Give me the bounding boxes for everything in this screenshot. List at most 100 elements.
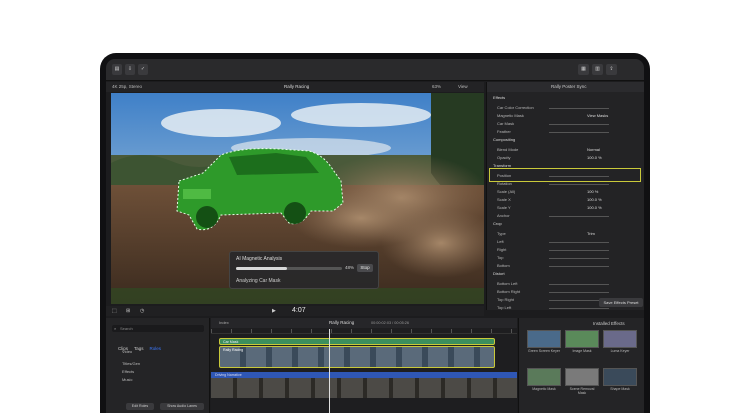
zoom-level[interactable]: 63% (432, 82, 441, 92)
search-field[interactable]: ⌕ Search (112, 325, 204, 332)
library-button[interactable]: ▤ (112, 64, 122, 75)
inspector-row-value[interactable]: Trim (587, 230, 595, 238)
inspector-row[interactable]: Car Mask (487, 120, 644, 128)
inspector-row-label: Scale Y (497, 205, 511, 210)
inspector-row[interactable]: Anchor (487, 212, 644, 220)
effect-tile[interactable]: Green Screen Keyer (527, 330, 561, 364)
inspector-row-slider[interactable] (549, 265, 609, 267)
inspector-row[interactable]: Scale (All) 100 % (487, 188, 644, 196)
browser-item[interactable]: Video (112, 348, 204, 355)
inspector-row[interactable]: Bottom Right (487, 288, 644, 296)
inspector-row[interactable]: Feather (487, 128, 644, 136)
inspector-row-slider[interactable] (549, 241, 609, 243)
effect-thumbnail (603, 330, 637, 348)
timeline-project: Rally Racing (329, 320, 355, 325)
inspector-row[interactable]: Left (487, 238, 644, 246)
analysis-progress-bar (236, 267, 342, 270)
index-label[interactable]: Index (219, 318, 229, 328)
inspector-row-value[interactable]: View Masks (587, 112, 608, 120)
inspector-row-value[interactable]: Normal (587, 146, 600, 154)
inspector-row-label: Bottom Right (497, 289, 521, 294)
layout-button[interactable]: ▦ (578, 64, 589, 75)
inspector-row-value[interactable]: 100.0 % (587, 196, 602, 204)
view-menu[interactable]: View (458, 82, 468, 92)
play-icon[interactable]: ▶ (272, 306, 276, 316)
inspector-row-value[interactable]: 100.0 % (587, 204, 602, 212)
project-title: Rally Racing (284, 84, 310, 89)
inspector-header: Rally Poster Sync (487, 82, 644, 92)
inspector-row-slider[interactable] (549, 215, 609, 217)
search-placeholder: Search (120, 326, 133, 331)
speed-tool-icon[interactable]: ◷ (140, 306, 144, 316)
show-audio-lanes-button[interactable]: Show Audio Lanes (160, 403, 204, 410)
inspector-row-slider[interactable] (549, 291, 609, 293)
inspector-row[interactable]: Type Trim (487, 230, 644, 238)
browser-item[interactable]: Effects (112, 368, 204, 375)
import-button[interactable]: ⇩ (125, 64, 135, 75)
inspector-row-slider[interactable] (549, 123, 609, 125)
browser-item[interactable]: Titles/Gen (112, 360, 204, 367)
keyword-button[interactable]: ✓ (138, 64, 148, 75)
inspector-row-slider[interactable] (549, 257, 609, 259)
inspector-row[interactable]: Compositing (487, 136, 644, 144)
analysis-stop-button[interactable]: Stop (357, 264, 373, 272)
inspector-row-value[interactable]: 100.0 % (587, 154, 602, 162)
inspector-row-slider[interactable] (549, 249, 609, 251)
playhead[interactable] (329, 329, 330, 413)
inspector-row[interactable]: Scale X 100.0 % (487, 196, 644, 204)
inspector-row[interactable]: Scale Y 100.0 % (487, 204, 644, 212)
inspector-row-slider[interactable] (549, 283, 609, 285)
inspector-row-value[interactable]: 100 % (587, 188, 598, 196)
effect-label: Green Screen Keyer (528, 349, 560, 353)
inspector-row-slider[interactable] (549, 183, 609, 185)
inspector-row[interactable]: Car Color Correction (487, 104, 644, 112)
effects-browser: Installed Effects Green Screen Keyer Imag… (518, 318, 644, 413)
timecode: 4:07 (292, 307, 306, 314)
analysis-title: AI Magnetic Analysis (236, 256, 283, 262)
timeline-panel[interactable]: Index Rally Racing 00:00:02:03 / 00:05:2… (211, 318, 517, 413)
effect-tile[interactable]: Shape Mask (603, 368, 637, 402)
effect-tile[interactable]: Magnetic Mask (527, 368, 561, 402)
inspector-row-label: Feather (497, 129, 511, 134)
effect-thumbnail (527, 368, 561, 386)
effect-tile[interactable]: Scene Removal Mask (565, 368, 599, 402)
edit-roles-button[interactable]: Edit Roles (126, 403, 154, 410)
inspector-row[interactable]: Right (487, 246, 644, 254)
effect-thumbnail (603, 368, 637, 386)
secondary-thumbnails[interactable] (211, 378, 517, 398)
ruler (211, 329, 517, 334)
main-clip[interactable]: Rally Racing (219, 346, 495, 368)
timeline-header: Index Rally Racing 00:00:02:03 / 00:05:2… (211, 318, 517, 328)
browser-item[interactable]: Music (112, 376, 204, 383)
effect-tile[interactable]: Luma Keyer (603, 330, 637, 364)
search-icon: ⌕ (114, 326, 117, 331)
inspector-toggle[interactable]: ▥ (592, 64, 603, 75)
inspector-row[interactable]: Bottom (487, 262, 644, 270)
timeline-duration: 00:00:02:03 / 00:05:26 (371, 321, 410, 325)
inspector-row-label: Blend Mode (497, 147, 519, 152)
effect-label: Shape Mask (610, 387, 630, 391)
inspector-row[interactable]: Distort (487, 270, 644, 278)
top-clip[interactable]: Car Mask (219, 338, 495, 345)
inspector-row-slider[interactable] (549, 107, 609, 109)
inspector-row[interactable]: Magnetic Mask View Masks (487, 112, 644, 120)
save-effects-preset-button[interactable]: Save Effects Preset (599, 298, 643, 307)
transform-tool-icon[interactable]: ⊞ (126, 306, 130, 316)
select-tool-icon[interactable]: ⬚ (112, 306, 117, 316)
inspector-row[interactable]: Bottom Left (487, 280, 644, 288)
inspector-row[interactable]: Crop (487, 220, 644, 228)
analysis-percent: 48% (345, 265, 355, 270)
inspector-row-label: Distort (493, 271, 505, 276)
share-button[interactable]: ⇪ (606, 64, 617, 75)
video-viewer[interactable]: AI Magnetic Analysis 48% Stop Analyzing … (111, 93, 484, 304)
effect-tile[interactable]: Image Mask (565, 330, 599, 364)
inspector-row[interactable]: Top (487, 254, 644, 262)
inspector-row-label: Crop (493, 221, 502, 226)
inspector-row[interactable]: Effects (487, 94, 644, 102)
inspector-row-slider[interactable] (549, 307, 609, 309)
inspector-row[interactable]: Opacity 100.0 % (487, 154, 644, 162)
top-clip-label: Car Mask (223, 340, 239, 344)
inspector-row[interactable]: Blend Mode Normal (487, 146, 644, 154)
analysis-status: Analyzing Car Mask (236, 278, 281, 284)
inspector-row-slider[interactable] (549, 131, 609, 133)
